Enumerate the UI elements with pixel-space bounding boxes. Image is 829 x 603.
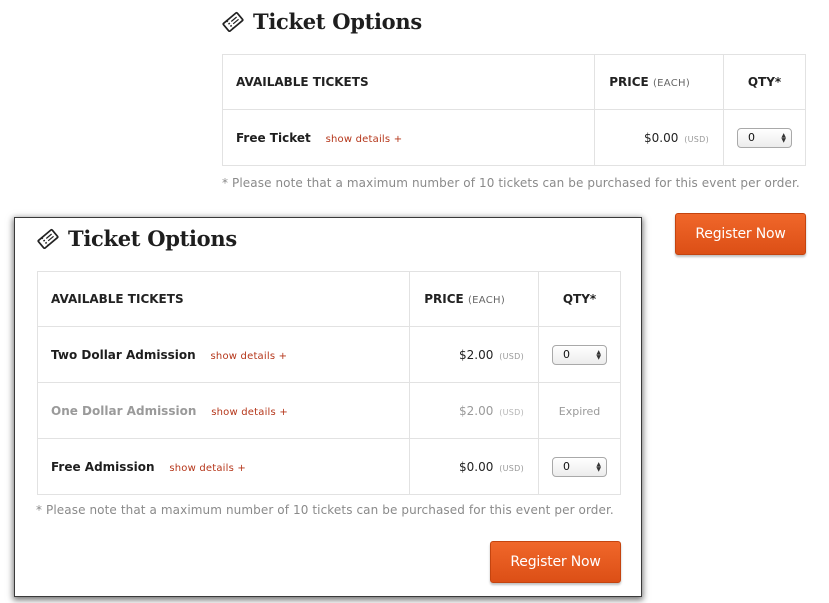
ticket-name: Two Dollar Admission	[51, 347, 196, 362]
select-arrows-icon: ▲ ▼	[596, 348, 602, 361]
header-available-tickets: AVAILABLE TICKETS	[36, 271, 411, 327]
tickets-table: AVAILABLE TICKETS PRICE (EACH) QTY* Two …	[36, 271, 621, 495]
section-heading: Ticket Options	[222, 9, 422, 34]
show-details-link[interactable]: show details +	[211, 407, 288, 418]
section-heading: Ticket Options	[37, 226, 237, 251]
quantity-select[interactable]: 0 ▲ ▼	[552, 344, 608, 365]
ticket-options-panel-top: Ticket Options AVAILABLE TICKETS PRICE (…	[221, 0, 812, 255]
header-qty: QTY*	[538, 271, 621, 327]
ticket-name: Free Admission	[51, 459, 155, 474]
quantity-value: 0	[748, 131, 756, 144]
table-header-row: AVAILABLE TICKETS PRICE (EACH) QTY*	[221, 54, 806, 110]
max-tickets-note: * Please note that a maximum number of 1…	[36, 503, 614, 517]
ticket-name: Free Ticket	[236, 130, 311, 145]
section-title: Ticket Options	[253, 9, 422, 34]
quantity-select[interactable]: 0 ▲ ▼	[552, 456, 608, 477]
show-details-link[interactable]: show details +	[326, 134, 403, 145]
ticket-qty-cell: 0 ▲ ▼	[723, 109, 806, 166]
table-header-row: AVAILABLE TICKETS PRICE (EACH) QTY*	[36, 271, 621, 327]
table-row: Free Ticket show details + $0.00 (USD) 0…	[221, 109, 806, 166]
ticket-qty-cell: 0 ▲ ▼	[538, 326, 621, 383]
ticket-name-cell: One Dollar Admission show details +	[36, 382, 411, 439]
ticket-icon	[222, 11, 244, 33]
header-price-label: PRICE	[424, 292, 464, 306]
ticket-qty-cell: 0 ▲ ▼	[538, 438, 621, 495]
register-now-button[interactable]: Register Now	[675, 213, 806, 255]
tickets-table: AVAILABLE TICKETS PRICE (EACH) QTY* Free…	[221, 54, 806, 166]
header-price-each: (EACH)	[467, 295, 506, 306]
ticket-price: $2.00	[459, 347, 494, 362]
ticket-price: $0.00	[644, 130, 679, 145]
ticket-price-cell: $2.00 (USD)	[409, 326, 540, 383]
table-row: One Dollar Admission show details + $2.0…	[36, 382, 621, 439]
ticket-name: One Dollar Admission	[51, 403, 197, 418]
header-price: PRICE (EACH)	[409, 271, 540, 327]
show-details-link[interactable]: show details +	[169, 463, 246, 474]
quantity-value: 0	[563, 348, 571, 361]
expired-status: Expired	[558, 404, 601, 418]
show-details-link[interactable]: show details +	[211, 351, 288, 362]
select-arrows-icon: ▲ ▼	[596, 460, 602, 473]
max-tickets-note: * Please note that a maximum number of 1…	[222, 176, 800, 190]
select-arrows-icon: ▲ ▼	[781, 131, 787, 144]
quantity-value: 0	[563, 460, 571, 473]
header-available-tickets: AVAILABLE TICKETS	[221, 54, 596, 110]
header-price-each: (EACH)	[652, 78, 691, 89]
ticket-currency: (USD)	[499, 351, 525, 361]
ticket-qty-cell: Expired	[538, 382, 621, 439]
ticket-name-cell: Free Admission show details +	[36, 438, 411, 495]
ticket-price: $0.00	[459, 459, 494, 474]
ticket-price-cell: $0.00 (USD)	[594, 109, 725, 166]
section-title: Ticket Options	[68, 226, 237, 251]
table-row: Two Dollar Admission show details + $2.0…	[36, 326, 621, 383]
header-price: PRICE (EACH)	[594, 54, 725, 110]
ticket-currency: (USD)	[499, 463, 525, 473]
ticket-price-cell: $2.00 (USD)	[409, 382, 540, 439]
header-price-label: PRICE	[609, 75, 649, 89]
ticket-price-cell: $0.00 (USD)	[409, 438, 540, 495]
ticket-currency: (USD)	[499, 407, 525, 417]
ticket-name-cell: Two Dollar Admission show details +	[36, 326, 411, 383]
ticket-currency: (USD)	[684, 134, 710, 144]
ticket-options-panel-bottom: Ticket Options AVAILABLE TICKETS PRICE (…	[15, 218, 641, 596]
table-row: Free Admission show details + $0.00 (USD…	[36, 438, 621, 495]
header-qty: QTY*	[723, 54, 806, 110]
ticket-name-cell: Free Ticket show details +	[221, 109, 596, 166]
ticket-price: $2.00	[459, 403, 494, 418]
ticket-icon	[37, 228, 59, 250]
register-now-button[interactable]: Register Now	[490, 541, 621, 583]
quantity-select[interactable]: 0 ▲ ▼	[737, 127, 793, 148]
